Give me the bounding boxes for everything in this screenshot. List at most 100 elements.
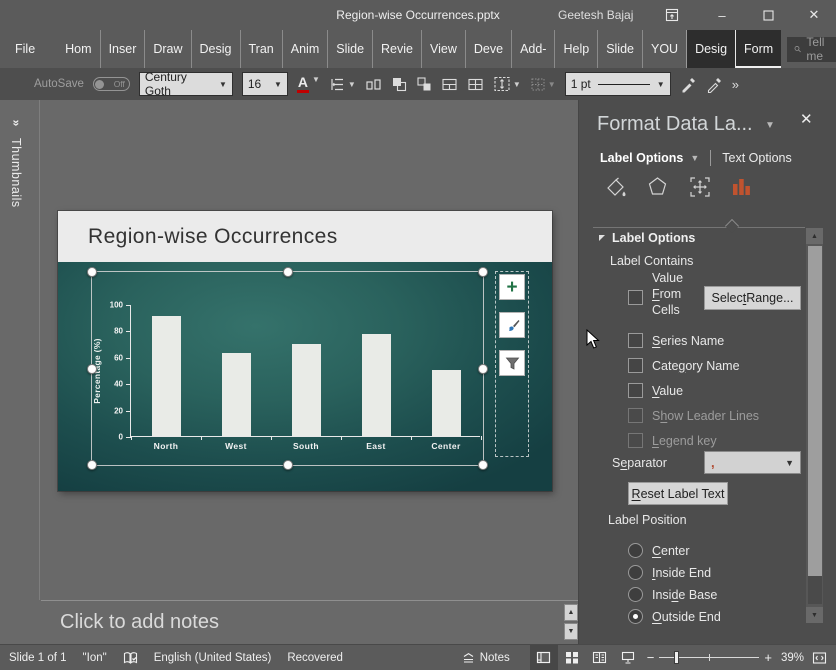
thumbnails-strip[interactable]: » Thumbnails xyxy=(0,100,40,600)
checkbox-label-value: Value xyxy=(652,384,683,398)
outline-weight-select[interactable]: 1 pt▼ xyxy=(565,72,671,96)
font-name-select[interactable]: Century Goth▼ xyxy=(139,72,233,96)
scroll-up-button[interactable]: ▲ xyxy=(564,604,578,621)
reset-label-text-button[interactable]: Reset Label Text xyxy=(628,482,728,505)
separator-select[interactable]: , ▼ xyxy=(704,451,801,474)
ribbon-tab-desig[interactable]: Desig xyxy=(191,30,240,68)
chart-elements-button[interactable]: + xyxy=(499,274,525,300)
radio-inside-base[interactable] xyxy=(628,587,643,602)
ribbon-tab-deve[interactable]: Deve xyxy=(465,30,511,68)
maximize-button[interactable] xyxy=(748,0,788,30)
rotate-object-button[interactable] xyxy=(365,77,382,92)
slide-counter[interactable]: Slide 1 of 1 xyxy=(9,652,67,664)
tab-text-options[interactable]: Text Options xyxy=(722,151,791,165)
eyedropper-fill-button[interactable] xyxy=(680,76,697,93)
ribbon-display-options-icon[interactable] xyxy=(652,0,692,30)
line-spacing-button[interactable]: ▼ xyxy=(493,76,521,92)
spellcheck-icon[interactable] xyxy=(123,651,138,665)
chart-styles-button[interactable] xyxy=(499,312,525,338)
ribbon-tab-form[interactable]: Form xyxy=(735,30,781,68)
pane-menu-chevron-icon[interactable]: ▼ xyxy=(765,120,775,131)
ribbon-tab-add[interactable]: Add- xyxy=(511,30,554,68)
ribbon-tab-desig-2[interactable]: Desig xyxy=(686,30,735,68)
zoom-percentage[interactable]: 39% xyxy=(781,652,804,664)
slide-chart-area[interactable]: Percentage (%) 020406080100NorthWestSout… xyxy=(58,262,552,491)
send-backward-button[interactable] xyxy=(416,76,432,92)
recovered-status[interactable]: Recovered xyxy=(287,652,343,664)
selection-handle[interactable] xyxy=(478,364,488,374)
normal-view-button[interactable] xyxy=(530,645,558,670)
font-size-select[interactable]: 16▼ xyxy=(242,72,288,96)
ribbon-tab-view[interactable]: View xyxy=(421,30,465,68)
tab-label-options[interactable]: Label Options xyxy=(600,151,683,165)
ribbon-tab-anim[interactable]: Anim xyxy=(282,30,327,68)
slide-title-placeholder[interactable]: Region-wise Occurrences xyxy=(58,211,552,262)
split-cells-button[interactable] xyxy=(467,77,484,92)
reading-view-button[interactable] xyxy=(586,645,614,670)
zoom-slider[interactable] xyxy=(659,645,759,670)
ribbon-tab-tran[interactable]: Tran xyxy=(240,30,282,68)
ribbon-tab-revie[interactable]: Revie xyxy=(372,30,421,68)
slide-sorter-view-button[interactable] xyxy=(558,645,586,670)
scrollbar-up-button[interactable]: ▲ xyxy=(806,228,823,244)
close-button[interactable]: ✕ xyxy=(794,0,834,30)
notes-area[interactable]: Click to add notes ▲ ▼ xyxy=(41,600,578,644)
text-direction-button[interactable]: ▼ xyxy=(329,76,356,93)
pane-section-divider xyxy=(593,227,805,228)
radio-inside-end[interactable] xyxy=(628,565,643,580)
pane-close-icon[interactable]: ✕ xyxy=(800,110,813,128)
more-commands-button[interactable]: » xyxy=(732,77,737,92)
select-range-button[interactable]: Select Range... xyxy=(704,286,801,310)
ribbon-tab-inser[interactable]: Inser xyxy=(100,30,145,68)
ribbon-tab-slide-2[interactable]: Slide xyxy=(597,30,642,68)
ribbon-tab-slide[interactable]: Slide xyxy=(327,30,372,68)
zoom-out-button[interactable]: − xyxy=(642,650,660,665)
selection-handle[interactable] xyxy=(87,364,97,374)
ribbon-tab-hom[interactable]: Hom xyxy=(57,30,99,68)
ribbon-tab-draw[interactable]: Draw xyxy=(144,30,190,68)
minimize-button[interactable]: – xyxy=(702,0,742,30)
fill-line-icon[interactable] xyxy=(603,174,628,199)
checkbox-value[interactable] xyxy=(628,383,643,398)
notes-toggle[interactable]: Notes xyxy=(462,652,510,664)
chevron-down-icon: ▼ xyxy=(274,80,282,89)
section-label-options[interactable]: Label Options xyxy=(599,231,695,245)
slide-canvas[interactable]: Region-wise Occurrences Percentage (%) 0… xyxy=(58,211,552,491)
bring-forward-button[interactable] xyxy=(391,76,407,92)
font-color-button[interactable]: A▼ xyxy=(297,75,320,93)
selection-handle[interactable] xyxy=(87,460,97,470)
radio-outside-end[interactable] xyxy=(628,609,643,624)
scrollbar-down-button[interactable]: ▼ xyxy=(806,607,823,623)
radio-center[interactable] xyxy=(628,543,643,558)
merge-cells-button[interactable] xyxy=(441,77,458,92)
checkbox-label-value-from-cells: Value From Cells xyxy=(652,270,708,318)
effects-icon[interactable] xyxy=(645,174,670,199)
slideshow-view-button[interactable] xyxy=(614,645,642,670)
ribbon-tab-help[interactable]: Help xyxy=(554,30,597,68)
ribbon-tab-you[interactable]: YOU xyxy=(642,30,686,68)
theme-name[interactable]: "Ion" xyxy=(83,652,107,664)
selection-handle[interactable] xyxy=(87,267,97,277)
scroll-down-button[interactable]: ▼ xyxy=(564,623,578,640)
checkbox-value-from-cells[interactable] xyxy=(628,290,643,305)
gridlines-button[interactable]: ▼ xyxy=(530,77,556,92)
pane-scrollbar[interactable]: ▲ ▼ xyxy=(806,228,823,623)
language-indicator[interactable]: English (United States) xyxy=(154,652,272,664)
fit-slide-to-window-button[interactable] xyxy=(812,651,827,665)
scrollbar-thumb[interactable] xyxy=(808,246,822,576)
checkbox-category-name[interactable] xyxy=(628,358,643,373)
size-properties-icon[interactable] xyxy=(687,174,712,199)
autosave-toggle[interactable]: Off xyxy=(93,77,130,91)
selection-handle[interactable] xyxy=(478,460,488,470)
selection-handle[interactable] xyxy=(478,267,488,277)
tell-me-box[interactable]: Tell me xyxy=(787,37,836,62)
checkbox-series-name[interactable] xyxy=(628,333,643,348)
eyedropper-outline-button[interactable] xyxy=(706,76,723,93)
zoom-slider-thumb[interactable] xyxy=(674,651,679,664)
selection-handle[interactable] xyxy=(283,267,293,277)
chart-filters-button[interactable] xyxy=(499,350,525,376)
selection-handle[interactable] xyxy=(283,460,293,470)
zoom-in-button[interactable]: + xyxy=(759,650,777,665)
ribbon-tab-file[interactable]: File xyxy=(0,30,50,68)
label-options-icon[interactable] xyxy=(729,174,754,199)
